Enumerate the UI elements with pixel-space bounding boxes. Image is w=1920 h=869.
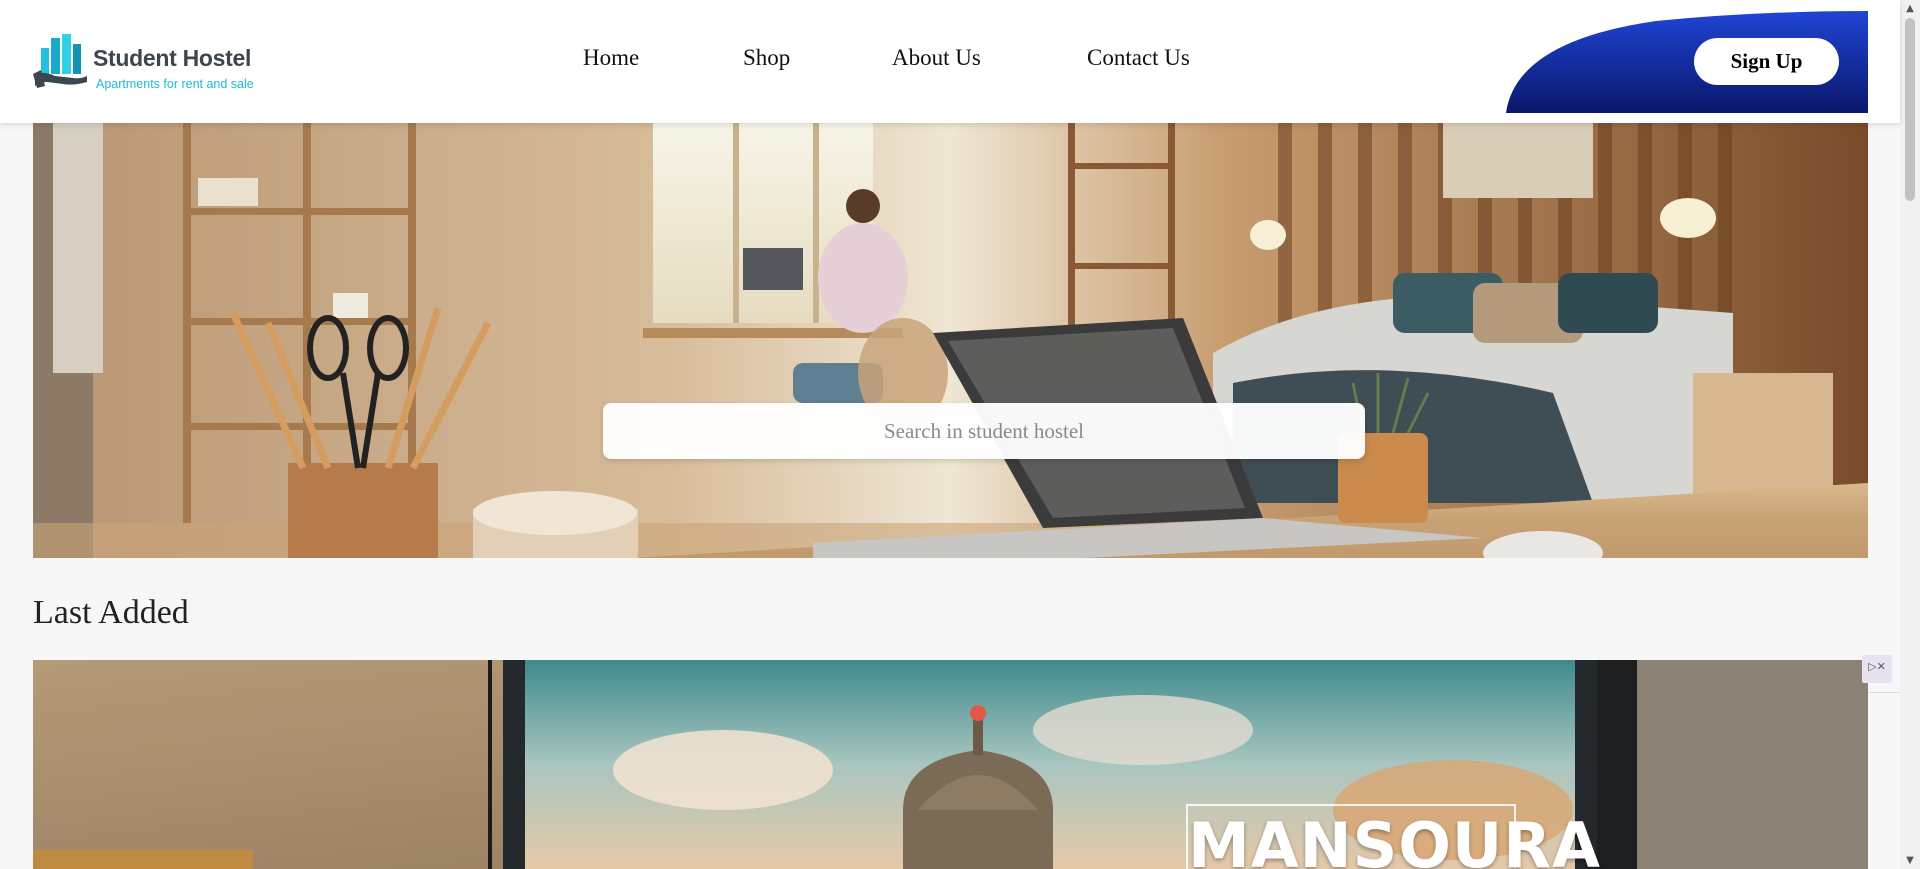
scroll-up-icon[interactable]: ▲ [1900,0,1920,17]
hero-banner [33,123,1868,558]
last-added-title: Last Added [33,594,189,631]
nav-home[interactable]: Home [583,45,639,71]
search-input[interactable] [603,403,1365,459]
nav-about-us[interactable]: About Us [892,45,981,71]
listing-card-image[interactable]: MANSOURA [33,660,1868,869]
nav-shop[interactable]: Shop [743,45,790,71]
brand-logo[interactable]: Student Hostel Apartments for rent and s… [33,32,283,92]
hero-background-image [33,123,1868,558]
brand-tagline: Apartments for rent and sale [96,77,254,91]
site-header: Student Hostel Apartments for rent and s… [0,0,1900,123]
nav-contact-us[interactable]: Contact Us [1087,45,1190,71]
scroll-down-icon[interactable]: ▼ [1900,852,1920,869]
ad-divider [1868,692,1900,693]
signup-button[interactable]: Sign Up [1694,38,1839,85]
page-scrollbar[interactable]: ▲ ▼ [1900,0,1920,869]
listing-sign-text: MANSOURA [1186,804,1600,869]
ad-close-icon[interactable]: ▷✕ [1862,655,1892,683]
scroll-thumb[interactable] [1905,18,1915,201]
brand-name: Student Hostel [93,45,252,71]
building-logo-icon [33,34,87,88]
